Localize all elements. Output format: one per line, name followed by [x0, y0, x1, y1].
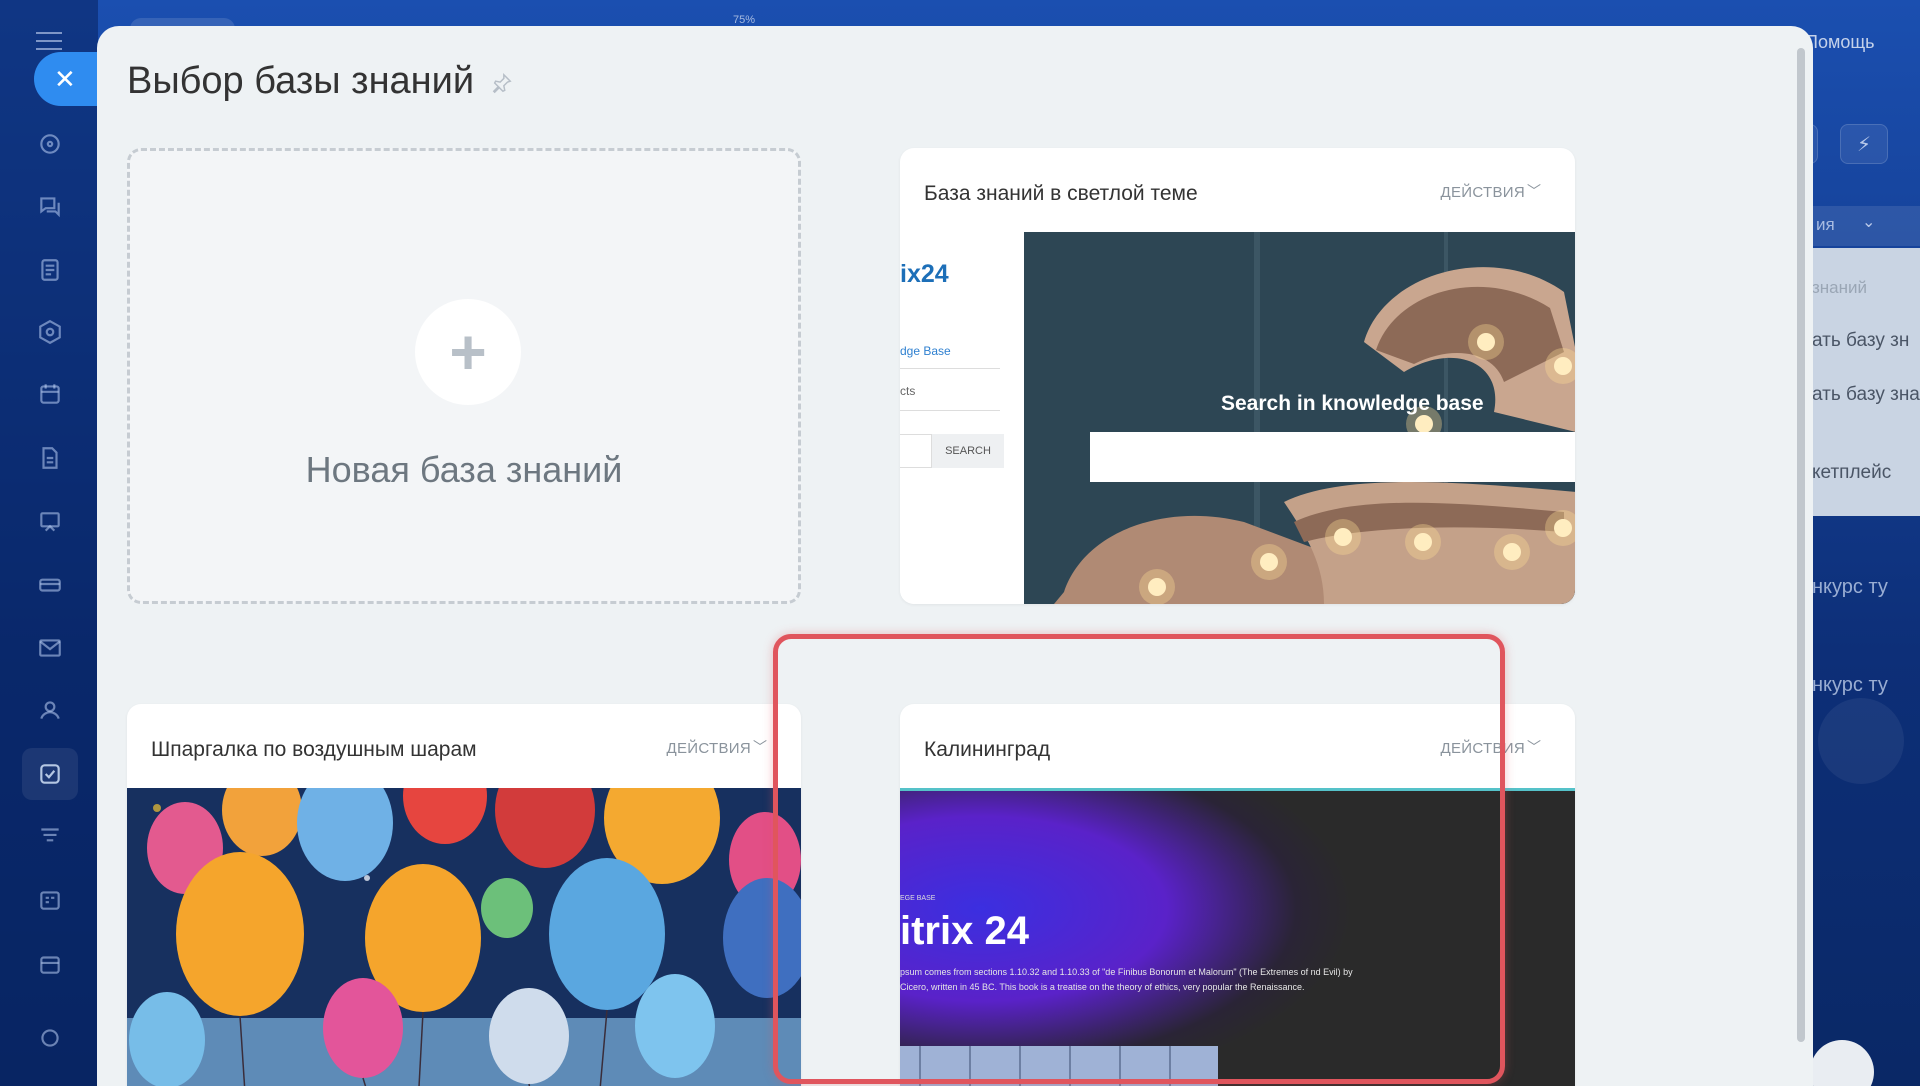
preview-menu-item: cts	[900, 384, 916, 398]
preview-sidebar: ix24 dge Base cts SEARCH	[900, 232, 1024, 604]
preview-hero-image: Search in knowledge base	[1024, 232, 1575, 604]
chevron-down-icon[interactable]: ﹀	[753, 737, 767, 757]
close-icon: ✕	[54, 63, 76, 94]
plus-icon: +	[415, 299, 521, 405]
nav-document-icon[interactable]	[36, 444, 64, 472]
nav-hexagon-icon[interactable]	[36, 318, 64, 346]
preview-link: dge Base	[900, 344, 951, 358]
preview-search-input	[900, 434, 932, 468]
menu-icon[interactable]	[36, 32, 62, 50]
knowledge-base-card[interactable]: Шпаргалка по воздушным шарам ДЕЙСТВИЯ ﹀	[127, 704, 801, 1086]
background-dropdown-item[interactable]: знаний	[1812, 278, 1867, 298]
nav-inventory-icon[interactable]	[36, 570, 64, 598]
knowledge-base-card[interactable]: База знаний в светлой теме ДЕЙСТВИЯ ﹀ ix…	[900, 148, 1575, 604]
chevron-down-icon[interactable]: ﹀	[1527, 181, 1541, 201]
nav-board-icon[interactable]	[36, 508, 64, 536]
background-list-item[interactable]: нкурс ту	[1812, 674, 1888, 697]
background-carousel-arrow[interactable]	[1818, 698, 1904, 784]
nav-calendar-icon[interactable]	[36, 380, 64, 408]
card-preview[interactable]: ix24 dge Base cts SEARCH Search in knowl…	[900, 232, 1575, 604]
background-list-item[interactable]: нкурс ту	[1812, 576, 1888, 599]
background-dropdown-item[interactable]: ать базу зна	[1812, 384, 1920, 406]
divider	[900, 368, 1000, 369]
preview-hero-text: Search in knowledge base	[1221, 392, 1484, 415]
card-actions-button[interactable]: ДЕЙСТВИЯ	[1441, 184, 1525, 201]
nav-settings-icon[interactable]	[36, 1024, 64, 1052]
lightning-icon[interactable]: ⚡	[1840, 124, 1888, 164]
card-title: База знаний в светлой теме	[924, 182, 1198, 205]
page-title: Выбор базы знаний	[127, 60, 475, 102]
nav-users-icon[interactable]	[36, 696, 64, 724]
preview-hero-search	[1090, 432, 1575, 482]
close-slider-button[interactable]: ✕	[34, 52, 100, 106]
divider	[900, 410, 1000, 411]
nav-archive-icon[interactable]	[36, 950, 64, 978]
card-title: Шпаргалка по воздушным шарам	[151, 738, 477, 761]
background-select-text: ия	[1816, 215, 1835, 234]
nav-schedule-icon[interactable]	[36, 886, 64, 914]
new-knowledge-base-label: Новая база знаний	[305, 449, 623, 490]
nav-tasks-icon[interactable]	[36, 760, 64, 788]
nav-crm-icon[interactable]	[36, 130, 64, 158]
chevron-down-icon[interactable]: ⌄	[1862, 212, 1896, 240]
selection-highlight	[773, 634, 1505, 1084]
help-link[interactable]: Помощь	[1805, 32, 1875, 53]
background-dropdown-item[interactable]: кетплейс	[1812, 462, 1891, 484]
pin-icon[interactable]	[491, 72, 513, 94]
zoom-indicator: 75%	[733, 14, 756, 26]
nav-feed-icon[interactable]	[36, 256, 64, 284]
nav-filter-icon[interactable]	[36, 822, 64, 850]
nav-chat-icon[interactable]	[36, 192, 64, 220]
nav-mail-icon[interactable]	[36, 634, 64, 662]
scrollbar[interactable]	[1797, 48, 1805, 1042]
left-navigation	[0, 0, 98, 1086]
new-knowledge-base-card[interactable]: + Новая база знаний	[127, 148, 801, 604]
background-dropdown-item[interactable]: ать базу зн	[1812, 330, 1909, 352]
chevron-down-icon[interactable]: ﹀	[1527, 737, 1541, 757]
card-preview[interactable]	[127, 788, 801, 1086]
preview-search-button: SEARCH	[932, 434, 1004, 468]
marquee-letters-image	[1024, 232, 1575, 604]
preview-logo: ix24	[900, 260, 949, 288]
balloons-image	[127, 788, 801, 1086]
card-actions-button[interactable]: ДЕЙСТВИЯ	[667, 740, 751, 757]
